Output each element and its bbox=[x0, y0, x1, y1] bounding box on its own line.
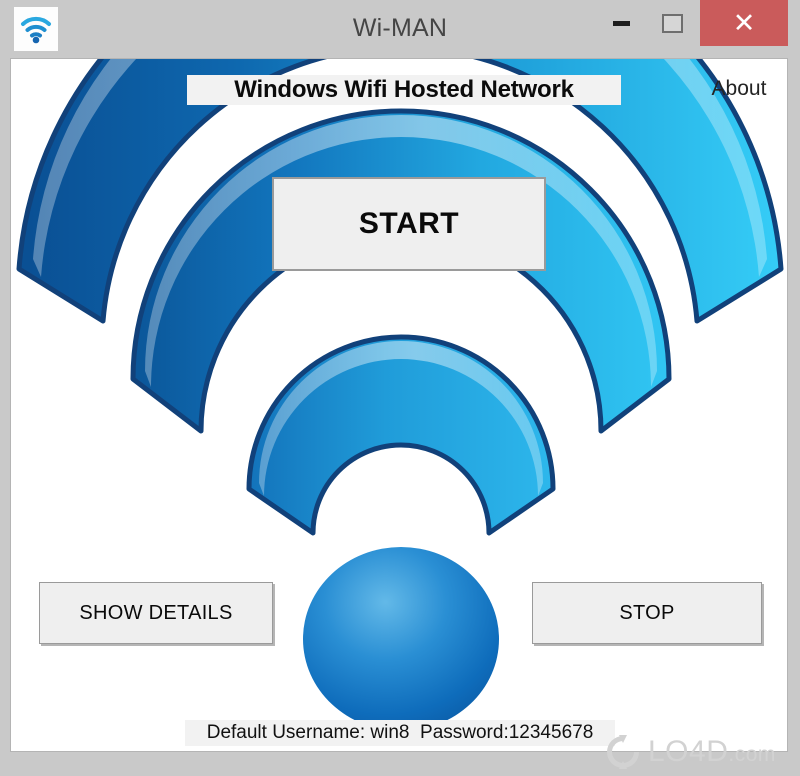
maximize-icon bbox=[661, 13, 683, 33]
title-bar: Wi-MAN ✕ bbox=[0, 0, 800, 58]
status-credentials-text: Default Username: win8 Password:12345678 bbox=[185, 720, 615, 746]
about-link[interactable]: About bbox=[701, 73, 777, 105]
refresh-arrows-icon bbox=[607, 735, 639, 769]
lo4d-watermark: LO4D.com bbox=[602, 728, 800, 776]
watermark-brand: LO4D bbox=[648, 735, 729, 768]
stop-button[interactable]: STOP bbox=[532, 582, 762, 644]
show-details-button[interactable]: SHOW DETAILS bbox=[39, 582, 273, 644]
watermark-label: LO4D.com bbox=[648, 737, 776, 767]
minimize-button[interactable] bbox=[596, 0, 646, 46]
page-title: Windows Wifi Hosted Network bbox=[187, 75, 621, 105]
application-window: Wi-MAN ✕ Windows Wifi Hosted Network Abo… bbox=[0, 0, 800, 776]
maximize-button[interactable] bbox=[646, 0, 698, 46]
close-button[interactable]: ✕ bbox=[700, 0, 788, 46]
minimize-icon bbox=[612, 20, 630, 26]
start-button[interactable]: START bbox=[272, 177, 546, 271]
wifi-signal-graphic bbox=[16, 59, 784, 731]
close-icon: ✕ bbox=[732, 7, 756, 38]
watermark-suffix: .com bbox=[728, 743, 776, 766]
client-area: Windows Wifi Hosted Network About START … bbox=[10, 58, 788, 752]
